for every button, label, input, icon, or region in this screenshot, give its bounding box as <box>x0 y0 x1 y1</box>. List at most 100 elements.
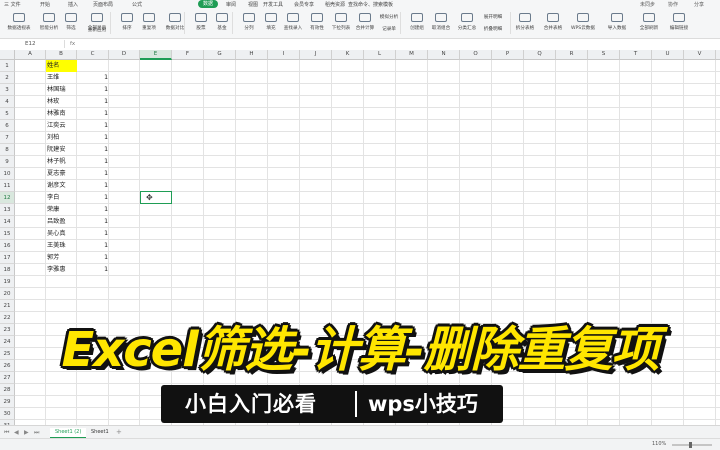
merge-table-button[interactable]: 合并表格 <box>536 12 570 36</box>
row-header-19[interactable]: 19 <box>0 276 15 288</box>
zoom-level[interactable]: 110% <box>652 441 666 447</box>
first-sheet-icon[interactable]: ⏮ <box>4 429 9 437</box>
tab-formula[interactable]: 公式 <box>132 1 142 8</box>
next-sheet-icon[interactable]: ▶ <box>24 429 29 436</box>
row-header-29[interactable]: 29 <box>0 396 15 408</box>
row-header-23[interactable]: 23 <box>0 324 15 336</box>
tab-data[interactable]: 数据 <box>198 0 219 8</box>
name-cell[interactable]: 夏志豪 <box>47 168 66 180</box>
count-cell[interactable]: 1 <box>79 120 108 132</box>
tab-docer[interactable]: 稻壳资源 <box>325 1 345 8</box>
column-header-w[interactable]: W <box>716 50 720 60</box>
zoom-slider-handle[interactable] <box>689 442 692 448</box>
active-cell[interactable] <box>140 191 172 204</box>
column-header-m[interactable]: M <box>396 50 428 60</box>
column-header-j[interactable]: J <box>300 50 332 60</box>
collab-button[interactable]: 协作 <box>668 1 678 8</box>
row-header-27[interactable]: 27 <box>0 372 15 384</box>
name-box[interactable]: E12 <box>3 40 65 48</box>
wps-cloud-data-button[interactable]: WPS云数据 <box>566 12 600 36</box>
count-cell[interactable]: 1 <box>79 228 108 240</box>
row-header-25[interactable]: 25 <box>0 348 15 360</box>
count-cell[interactable]: 1 <box>79 156 108 168</box>
column-header-h[interactable]: H <box>236 50 268 60</box>
column-header-a[interactable]: A <box>15 50 46 60</box>
count-cell[interactable]: 1 <box>79 204 108 216</box>
row-header-16[interactable]: 16 <box>0 240 15 252</box>
name-cell[interactable]: 李雅惠 <box>47 264 66 276</box>
row-header-15[interactable]: 15 <box>0 228 15 240</box>
count-cell[interactable]: 1 <box>79 72 108 84</box>
column-header-g[interactable]: G <box>204 50 236 60</box>
row-header-28[interactable]: 28 <box>0 384 15 396</box>
row-header-5[interactable]: 5 <box>0 108 15 120</box>
column-header-p[interactable]: P <box>492 50 524 60</box>
name-cell[interactable]: 李白 <box>47 192 59 204</box>
row-header-7[interactable]: 7 <box>0 132 15 144</box>
name-cell[interactable]: 林国瑞 <box>47 84 66 96</box>
name-cell[interactable]: 谢彦文 <box>47 180 66 192</box>
row-header-11[interactable]: 11 <box>0 180 15 192</box>
column-header-c[interactable]: C <box>77 50 109 60</box>
row-header-12[interactable]: 12 <box>0 192 15 204</box>
column-header-e[interactable]: E <box>140 50 172 60</box>
name-cell[interactable]: 吴心真 <box>47 228 66 240</box>
count-cell[interactable]: 1 <box>79 84 108 96</box>
tab-insert[interactable]: 插入 <box>68 1 78 8</box>
row-header-6[interactable]: 6 <box>0 120 15 132</box>
tab-view[interactable]: 视图 <box>248 1 258 8</box>
column-header-q[interactable]: Q <box>524 50 556 60</box>
tab-member[interactable]: 会员专享 <box>294 1 314 8</box>
column-header-l[interactable]: L <box>364 50 396 60</box>
row-header-20[interactable]: 20 <box>0 288 15 300</box>
row-header-22[interactable]: 22 <box>0 312 15 324</box>
count-cell[interactable]: 1 <box>79 108 108 120</box>
zoom-slider[interactable] <box>672 444 712 446</box>
column-header-u[interactable]: U <box>652 50 684 60</box>
import-data-button[interactable]: 导入数据 <box>600 12 634 36</box>
column-header-r[interactable]: R <box>556 50 588 60</box>
name-cell[interactable]: 林玫 <box>47 96 59 108</box>
row-header-30[interactable]: 30 <box>0 408 15 420</box>
row-header-1[interactable]: 1 <box>0 60 15 72</box>
name-cell[interactable]: 阮建安 <box>47 144 66 156</box>
count-cell[interactable]: 1 <box>79 264 108 276</box>
name-cell[interactable]: 荣康 <box>47 204 59 216</box>
fx-icon[interactable]: fx <box>70 40 75 48</box>
last-sheet-icon[interactable]: ⏭ <box>34 429 39 437</box>
row-header-14[interactable]: 14 <box>0 216 15 228</box>
count-cell[interactable]: 1 <box>79 96 108 108</box>
command-search[interactable]: 查找命令、搜索模板 <box>348 1 393 8</box>
column-header-d[interactable]: D <box>109 50 140 60</box>
share-button[interactable]: 分享 <box>694 1 704 8</box>
count-cell[interactable]: 1 <box>79 132 108 144</box>
tab-home[interactable]: 开始 <box>40 1 50 8</box>
reapply-button[interactable]: 重新应用 <box>80 24 114 36</box>
column-header-k[interactable]: K <box>332 50 364 60</box>
name-cell[interactable]: 郭芳 <box>47 252 59 264</box>
count-cell[interactable]: 1 <box>79 168 108 180</box>
row-header-10[interactable]: 10 <box>0 168 15 180</box>
count-cell[interactable]: 1 <box>79 144 108 156</box>
tab-developer[interactable]: 开发工具 <box>263 1 283 8</box>
column-header-b[interactable]: B <box>46 50 77 60</box>
column-header-v[interactable]: V <box>684 50 716 60</box>
row-header-8[interactable]: 8 <box>0 144 15 156</box>
column-header-i[interactable]: I <box>268 50 300 60</box>
count-cell[interactable]: 1 <box>79 192 108 204</box>
name-cell[interactable]: 王美珠 <box>47 240 66 252</box>
row-header-18[interactable]: 18 <box>0 264 15 276</box>
name-cell[interactable]: 刘柏 <box>47 132 59 144</box>
name-cell[interactable]: 林雅南 <box>47 108 66 120</box>
name-cell[interactable]: 王维 <box>47 72 59 84</box>
column-header-f[interactable]: F <box>172 50 204 60</box>
sheet-tab-sheet1[interactable]: Sheet1 <box>86 428 114 437</box>
column-header-n[interactable]: N <box>428 50 460 60</box>
edit-links-button[interactable]: 编辑链接 <box>662 12 696 36</box>
row-header-26[interactable]: 26 <box>0 360 15 372</box>
refresh-all-button[interactable]: 全部刷新 <box>632 12 666 36</box>
row-header-9[interactable]: 9 <box>0 156 15 168</box>
name-cell[interactable]: 林子帆 <box>47 156 66 168</box>
pivot-table-button[interactable]: 数据透视表 <box>2 12 36 36</box>
expand-detail-button[interactable]: 展开明细 <box>476 12 510 24</box>
